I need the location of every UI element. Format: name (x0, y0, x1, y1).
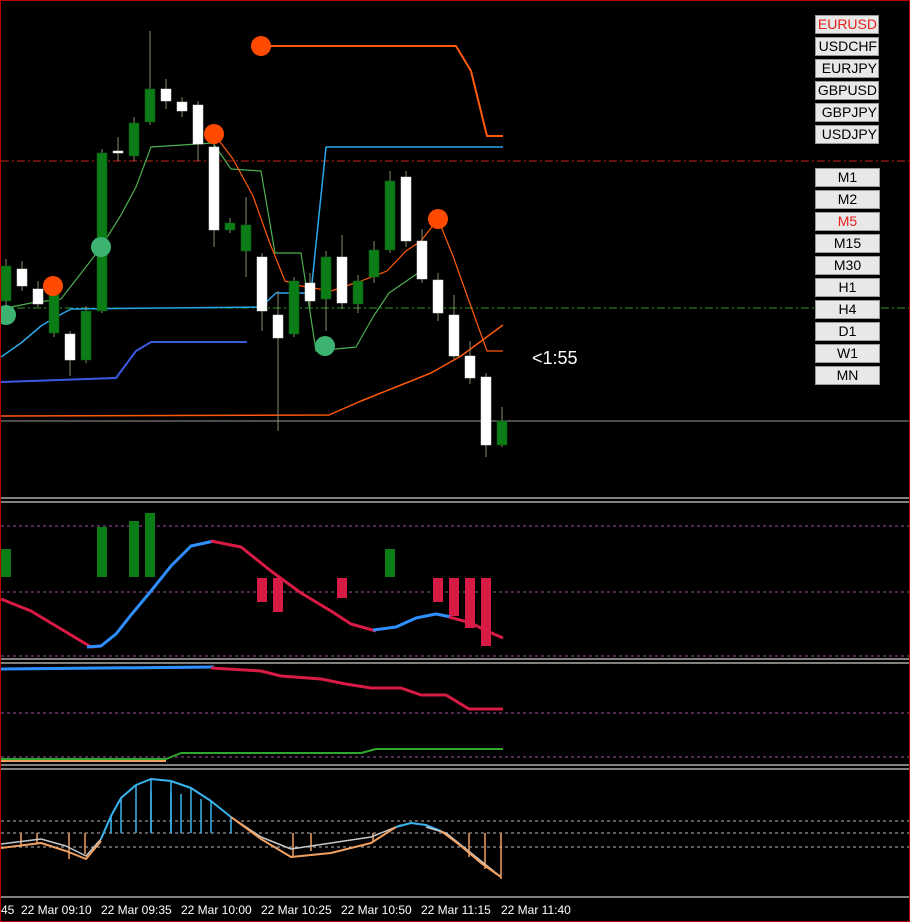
timeframe-button-m30[interactable]: M30 (815, 256, 880, 275)
timeframe-button-h1[interactable]: H1 (815, 278, 880, 297)
time-axis-label: 22 Mar 10:00 (181, 903, 252, 917)
green-signal-dot (315, 336, 335, 356)
histogram-bar-up (385, 549, 395, 577)
orange-signal-dot (251, 36, 271, 56)
time-axis-label: 22 Mar 10:25 (261, 903, 332, 917)
timeframe-button-m2[interactable]: M2 (815, 190, 880, 209)
candle-body (464, 355, 476, 379)
candle-body (432, 279, 444, 314)
chart-window: EURUSD USDCHF EURJPY GBPUSD GBPJPY USDJPY M1 M… (0, 0, 910, 922)
oscillator-line-red (210, 539, 377, 633)
green-signal-dot (91, 237, 111, 257)
symbol-button-usdjpy[interactable]: USDJPY (815, 125, 879, 144)
histogram-bar-up (129, 521, 139, 577)
time-axis-label: 45 (1, 903, 15, 917)
candle-body (480, 376, 492, 446)
candle-body (176, 101, 188, 112)
oscillator-line-blue (372, 612, 452, 632)
candle-body (48, 294, 60, 334)
symbol-button-gbpusd[interactable]: GBPUSD (815, 81, 879, 100)
histogram-bar-up (97, 527, 107, 577)
histogram-bar-down (481, 578, 491, 646)
time-axis-label: 22 Mar 09:10 (21, 903, 92, 917)
symbol-button-eurusd[interactable]: EURUSD (815, 15, 879, 34)
orange-signal-dot (204, 124, 224, 144)
orange-trailing-stop-line (213, 133, 503, 352)
candle-body (368, 249, 380, 278)
candle-body (400, 176, 412, 242)
price-chart (1, 31, 909, 898)
bar-countdown-timer: <1:55 (532, 348, 578, 368)
candle-body (1, 265, 12, 302)
timeframe-button-d1[interactable]: D1 (815, 322, 880, 341)
candle-body (192, 104, 204, 145)
histogram-bar-down (449, 578, 459, 616)
orange-signal-dot (428, 209, 448, 229)
trend-line-blue (1, 665, 215, 671)
timeframe-button-m15[interactable]: M15 (815, 234, 880, 253)
timeframe-button-mn[interactable]: MN (815, 366, 880, 385)
timeframe-button-h4[interactable]: H4 (815, 300, 880, 319)
candle-body (16, 268, 28, 287)
trend-line-red (210, 666, 503, 711)
candle-body (320, 256, 332, 300)
timeframe-button-m1[interactable]: M1 (815, 168, 880, 187)
candle-body (144, 88, 156, 123)
candle-body (208, 146, 220, 231)
histogram-bar-up (145, 513, 155, 577)
histogram-bar-down (273, 578, 283, 612)
candle-body (288, 280, 300, 335)
oscillator-line-red (1, 597, 102, 649)
candle-body (32, 288, 44, 305)
candle-body (496, 420, 508, 446)
histogram-bar-up (1, 549, 11, 577)
upper-resistance-line (261, 45, 503, 137)
histogram-bar-down (337, 578, 347, 598)
histogram-bar-down (257, 578, 267, 602)
candle-body (448, 314, 460, 357)
symbol-button-gbpjpy[interactable]: GBPJPY (815, 103, 879, 122)
timeframe-button-w1[interactable]: W1 (815, 344, 880, 363)
candle-body (352, 280, 364, 305)
main-line-orange (440, 830, 502, 878)
time-axis-label: 22 Mar 10:50 (341, 903, 412, 917)
candle-body (80, 310, 92, 361)
symbol-button-eurjpy[interactable]: EURJPY (815, 59, 879, 78)
candle-body (96, 152, 108, 312)
candle-body (160, 88, 172, 102)
blue-trend-line (1, 341, 247, 383)
time-axis-label: 22 Mar 11:15 (421, 903, 491, 917)
candle-body (272, 314, 284, 339)
candle-body (64, 333, 76, 361)
candle-body (112, 150, 124, 154)
candle-body (128, 122, 140, 157)
sky-trend-line (1, 146, 503, 358)
time-axis-label: 22 Mar 09:35 (101, 903, 172, 917)
time-axis-label: 22 Mar 11:40 (501, 903, 571, 917)
candle-body (384, 180, 396, 251)
candle-body (416, 240, 428, 280)
orange-signal-dot (43, 276, 63, 296)
baseline-ma-line (1, 324, 504, 417)
oscillator-line-red (448, 615, 504, 640)
timeframe-button-m5[interactable]: M5 (815, 212, 880, 231)
candle-body (240, 224, 252, 252)
symbol-button-usdchf[interactable]: USDCHF (815, 37, 879, 56)
candle-body (224, 222, 236, 231)
candle-body (336, 256, 348, 304)
candle-body (304, 282, 316, 302)
candle-body (256, 256, 268, 312)
histogram-bar-down (433, 578, 443, 602)
